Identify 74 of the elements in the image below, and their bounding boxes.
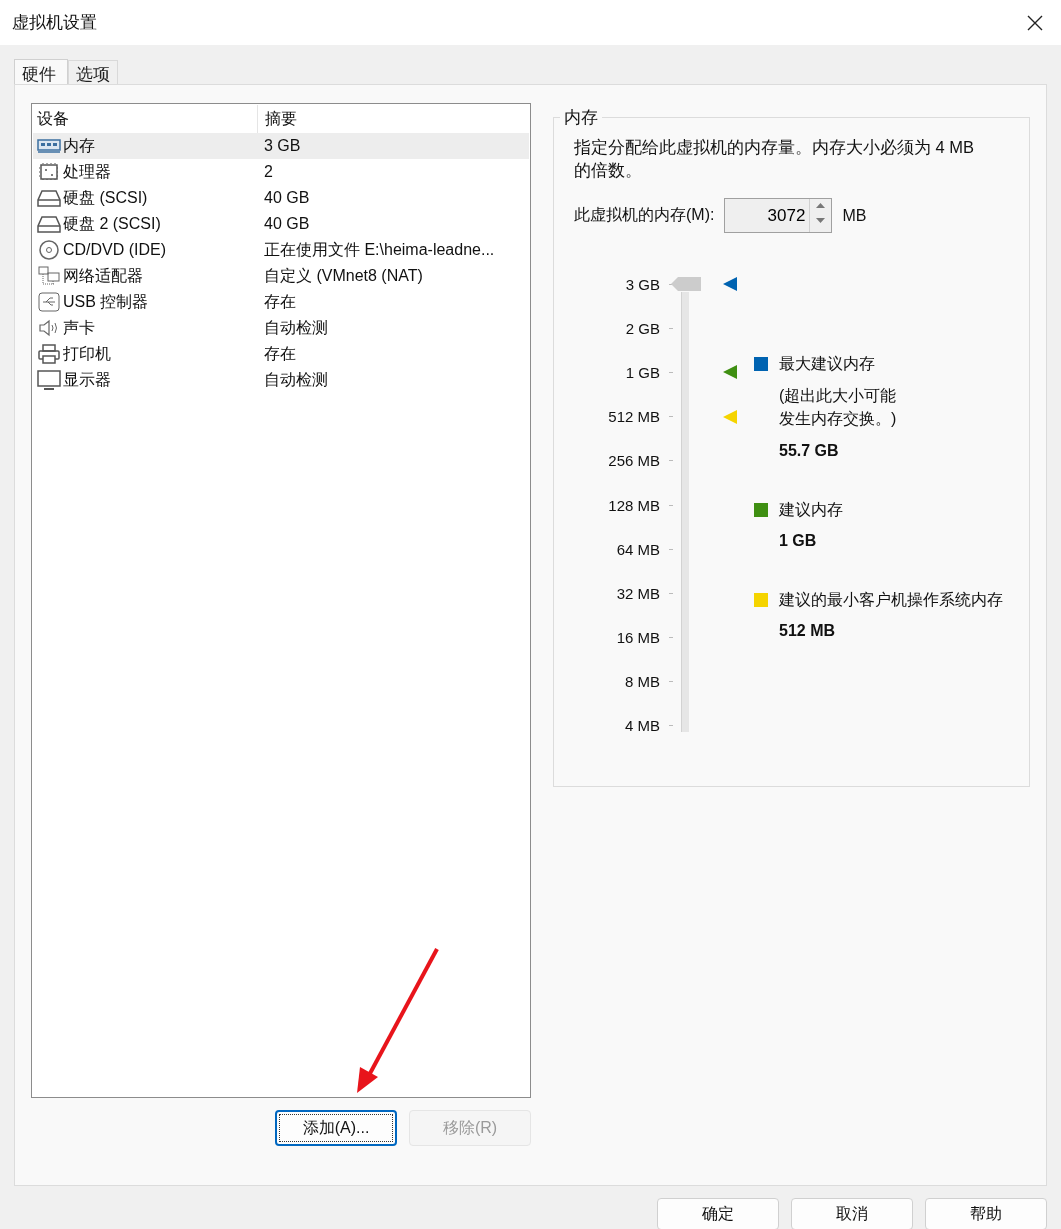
device-row[interactable]: 处理器 2 xyxy=(33,159,529,185)
device-row[interactable]: 声卡 自动检测 xyxy=(33,315,529,341)
tick-label: 128 MB xyxy=(607,496,660,514)
device-row[interactable]: 打印机 存在 xyxy=(33,341,529,367)
tick-label: 64 MB xyxy=(615,540,660,558)
tick-label: 512 MB xyxy=(607,408,660,426)
device-name: 内存 xyxy=(63,135,95,156)
device-summary: 3 GB xyxy=(263,137,301,155)
tick-label: 3 GB xyxy=(624,275,660,293)
device-summary: 正在使用文件 E:\heima-leadne... xyxy=(263,239,495,260)
memory-spin-field[interactable]: 3072 xyxy=(724,198,833,233)
disc-icon xyxy=(37,240,61,260)
legend-value: 55.7 GB xyxy=(778,442,840,460)
legend-note: 发生内存交换。) xyxy=(779,409,898,429)
device-name: 声卡 xyxy=(63,317,95,338)
tick-label: 16 MB xyxy=(615,629,660,647)
close-icon[interactable] xyxy=(1027,14,1043,31)
memory-input[interactable]: 3072 xyxy=(725,199,810,232)
device-name: 显示器 xyxy=(63,369,111,390)
device-name: 硬盘 2 (SCSI) xyxy=(63,213,161,234)
device-name: 打印机 xyxy=(63,343,111,364)
device-summary: 2 xyxy=(263,163,273,181)
device-row[interactable]: 硬盘 2 (SCSI) 40 GB xyxy=(33,211,529,237)
device-summary: 自定义 (VMnet8 (NAT) xyxy=(263,265,423,286)
window-title: 虚拟机设置 xyxy=(12,12,97,34)
device-summary: 40 GB xyxy=(263,189,310,207)
device-summary: 存在 xyxy=(263,291,296,312)
device-row[interactable]: 网络适配器 自定义 (VMnet8 (NAT) xyxy=(33,263,529,289)
chip-icon xyxy=(37,162,61,182)
tick-label: 8 MB xyxy=(624,673,660,691)
device-name: 处理器 xyxy=(63,161,111,182)
field-label: 此虚拟机的内存(M): xyxy=(574,205,715,225)
device-name: USB 控制器 xyxy=(63,291,149,312)
description-text: 指定分配给此虚拟机的内存量。内存大小必须为 4 MB 的倍数。 xyxy=(574,137,976,181)
drive-icon xyxy=(37,214,61,234)
column-header[interactable]: 摘要 xyxy=(258,108,297,130)
memory-icon xyxy=(37,136,61,156)
device-summary: 40 GB xyxy=(263,215,310,233)
dialog-button[interactable]: 取消 xyxy=(791,1198,913,1229)
network-icon xyxy=(37,266,61,286)
drive-icon xyxy=(37,188,61,208)
unit-label: MB xyxy=(842,206,867,225)
legend-value: 1 GB xyxy=(778,532,818,550)
printer-icon xyxy=(37,344,61,364)
tick-label: 32 MB xyxy=(615,584,660,602)
device-summary: 存在 xyxy=(263,343,296,364)
legend-label: 最大建议内存 xyxy=(779,353,875,374)
group-title: 内存 xyxy=(560,106,602,129)
device-summary: 自动检测 xyxy=(263,369,328,390)
device-name: 网络适配器 xyxy=(63,265,143,286)
tick-label: 2 GB xyxy=(624,319,660,337)
device-name: CD/DVD (IDE) xyxy=(63,241,167,259)
dialog-button[interactable]: 帮助 xyxy=(925,1198,1047,1229)
legend-label: 建议内存 xyxy=(779,499,843,520)
dialog-button[interactable]: 确定 xyxy=(657,1198,779,1229)
legend-label: 建议的最小客户机操作系统内存 xyxy=(779,589,1003,610)
tick-label: 256 MB xyxy=(607,452,660,470)
usb-icon xyxy=(37,292,61,312)
device-row[interactable]: 硬盘 (SCSI) 40 GB xyxy=(33,185,529,211)
device-row[interactable]: CD/DVD (IDE) 正在使用文件 E:\heima-leadne... xyxy=(33,237,529,263)
legend-value: 512 MB xyxy=(778,622,837,640)
device-summary: 自动检测 xyxy=(263,317,328,338)
slider-thumb[interactable] xyxy=(671,276,701,292)
device-row[interactable]: USB 控制器 存在 xyxy=(33,289,529,315)
tick-label: 1 GB xyxy=(624,363,660,381)
list-button[interactable]: 添加(A)... xyxy=(275,1110,397,1146)
tab[interactable]: 选项 xyxy=(68,60,118,84)
tab[interactable]: 硬件 xyxy=(14,59,68,85)
device-row[interactable]: 内存 3 GB xyxy=(33,133,529,159)
tick-label: 4 MB xyxy=(624,717,660,735)
legend-note: (超出此大小可能 xyxy=(779,386,898,406)
device-row[interactable]: 显示器 自动检测 xyxy=(33,367,529,393)
device-name: 硬盘 (SCSI) xyxy=(63,187,148,208)
monitor-icon xyxy=(37,370,61,390)
